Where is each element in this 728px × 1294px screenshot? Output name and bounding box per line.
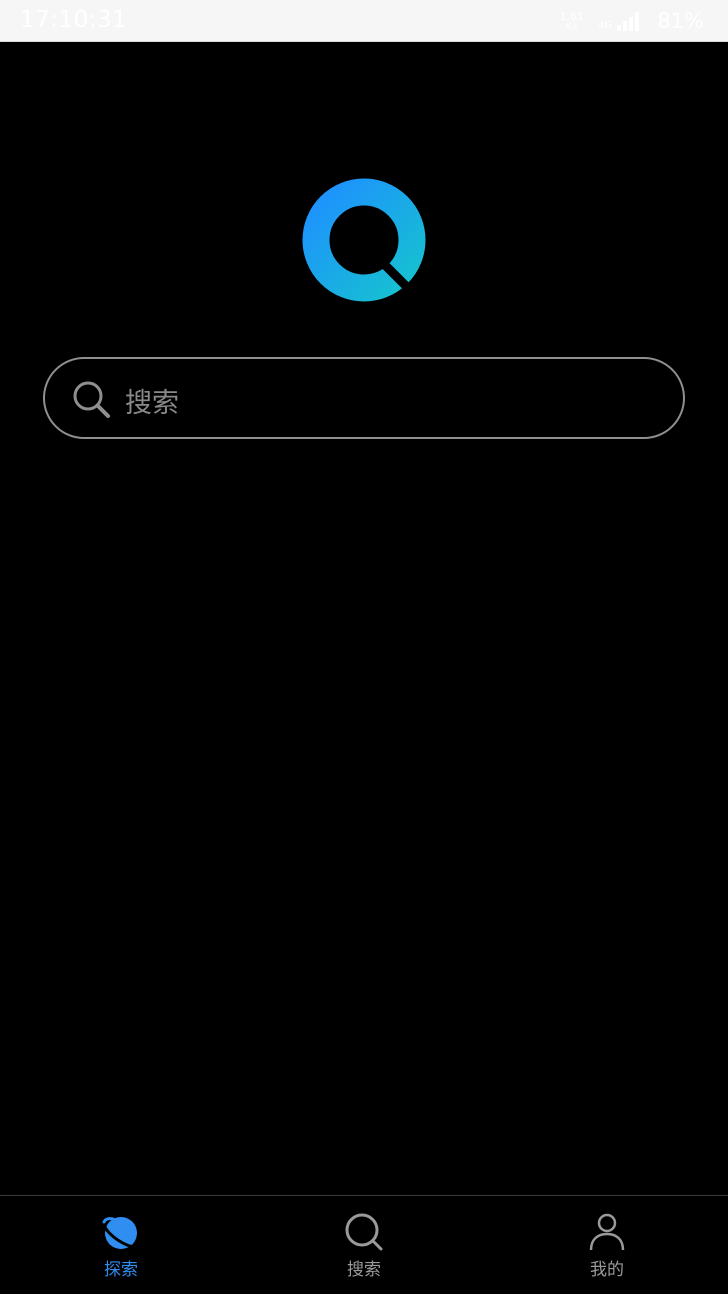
search-input[interactable]: 搜索 <box>43 357 685 439</box>
tab-search-label: 搜索 <box>347 1260 381 1280</box>
net-speed-unit: K/s <box>565 22 578 31</box>
tab-explore-label: 探索 <box>104 1260 138 1280</box>
app-logo-icon <box>302 178 426 302</box>
net-speed-value: 1.61 <box>559 10 585 23</box>
status-time: 17:10:31 <box>20 7 128 33</box>
search-placeholder: 搜索 <box>125 388 179 419</box>
battery-icon: 81% <box>657 9 704 33</box>
status-bar: 17:10:31 1.61 K/s 4G 81% <box>0 0 728 42</box>
planet-icon <box>102 1217 140 1249</box>
net-speed-icon: 1.61 K/s <box>560 11 585 31</box>
network-type: 4G <box>598 20 613 31</box>
app-screen: 17:10:31 1.61 K/s 4G 81% 搜索 探索 搜索 我的 <box>0 0 728 1294</box>
tab-explore[interactable]: 探索 <box>0 1196 242 1294</box>
tab-profile-label: 我的 <box>590 1260 624 1280</box>
search-icon <box>345 1213 383 1251</box>
bottom-nav: 探索 搜索 我的 <box>0 1195 728 1294</box>
search-icon <box>73 381 110 418</box>
user-icon <box>589 1213 625 1251</box>
status-indicators: 1.61 K/s 4G 81% <box>560 6 704 36</box>
tab-search[interactable]: 搜索 <box>243 1196 485 1294</box>
signal-bars-icon <box>617 12 640 31</box>
signal-icon: 4G <box>598 11 643 31</box>
tab-profile[interactable]: 我的 <box>486 1196 728 1294</box>
